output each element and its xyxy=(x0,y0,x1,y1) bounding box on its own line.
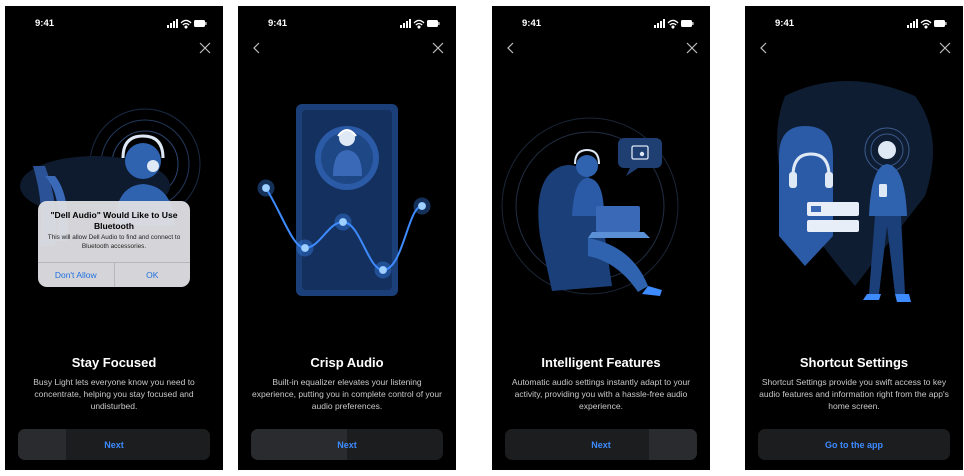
screen-description: Busy Light lets everyone know you need t… xyxy=(33,377,195,411)
onboarding-screen-intelligent-features: 9:41 Intelligent Features Automatic audi… xyxy=(492,6,710,470)
chevron-left-icon[interactable] xyxy=(506,42,516,54)
illustration-shortcut-settings xyxy=(777,81,933,302)
screen-title: Intelligent Features xyxy=(541,355,661,370)
screen-title: Shortcut Settings xyxy=(799,355,909,370)
next-button-label: Next xyxy=(337,439,357,450)
status-time: 9:41 xyxy=(775,18,795,29)
alert-message: This will allow Dell Audio to find and c… xyxy=(47,234,181,250)
wifi-icon xyxy=(413,19,425,29)
screen-description: Automatic audio settings instantly adapt… xyxy=(511,377,691,411)
battery-icon xyxy=(194,20,207,27)
next-button[interactable]: Next xyxy=(251,429,443,460)
chevron-left-icon[interactable] xyxy=(252,42,262,54)
wifi-icon xyxy=(667,19,679,29)
status-bar: 9:41 xyxy=(745,16,963,32)
wifi-icon xyxy=(920,19,932,29)
onboarding-screen-crisp-audio: 9:41 Crisp Audio Built-in equalizer elev… xyxy=(238,6,456,470)
cellular-signal-icon xyxy=(400,19,411,28)
alert-title: "Dell Audio" Would Like to Use Bluetooth xyxy=(50,210,178,231)
wifi-icon xyxy=(180,19,192,29)
bluetooth-permission-alert: "Dell Audio" Would Like to Use Bluetooth… xyxy=(38,201,190,287)
battery-icon xyxy=(427,20,440,27)
chevron-left-icon[interactable] xyxy=(759,42,769,54)
screen-title: Crisp Audio xyxy=(310,355,384,370)
alert-buttons: Don't Allow OK xyxy=(38,262,190,287)
status-time: 9:41 xyxy=(522,18,542,29)
screen-description: Built-in equalizer elevates your listeni… xyxy=(252,377,442,411)
next-button-label: Next xyxy=(104,439,124,450)
status-icons xyxy=(400,19,440,29)
battery-icon xyxy=(681,20,694,27)
next-button-label: Next xyxy=(591,439,611,450)
status-time: 9:41 xyxy=(35,18,55,29)
battery-icon xyxy=(934,20,947,27)
screen-title: Stay Focused xyxy=(71,355,157,370)
cellular-signal-icon xyxy=(907,19,918,28)
illustration-person-laptop xyxy=(501,117,679,296)
dont-allow-button[interactable]: Don't Allow xyxy=(38,263,114,287)
next-button[interactable]: Next xyxy=(18,429,210,460)
ok-button[interactable]: OK xyxy=(113,263,191,287)
onboarding-screen-shortcut-settings: 9:41 Shortcut Settings Shortcut Settings… xyxy=(745,6,963,470)
status-bar: 9:41 xyxy=(5,16,223,32)
close-icon[interactable] xyxy=(939,42,951,54)
screen-description: Shortcut Settings provide you swift acce… xyxy=(759,377,949,411)
close-icon[interactable] xyxy=(686,42,698,54)
cellular-signal-icon xyxy=(167,19,178,28)
status-icons xyxy=(654,19,694,29)
cellular-signal-icon xyxy=(654,19,665,28)
status-time: 9:41 xyxy=(268,18,288,29)
illustration-equalizer xyxy=(257,104,431,296)
status-icons xyxy=(167,19,207,29)
onboarding-screen-stay-focused: 9:41 "Dell Audio" Would Like to Use Blue… xyxy=(5,6,223,470)
go-to-app-button-label: Go to the app xyxy=(825,439,883,450)
go-to-app-button[interactable]: Go to the app xyxy=(758,429,950,460)
status-icons xyxy=(907,19,947,29)
close-icon[interactable] xyxy=(432,42,444,54)
status-bar: 9:41 xyxy=(492,16,710,32)
close-icon[interactable] xyxy=(199,42,211,54)
status-bar: 9:41 xyxy=(238,16,456,32)
next-button[interactable]: Next xyxy=(505,429,697,460)
